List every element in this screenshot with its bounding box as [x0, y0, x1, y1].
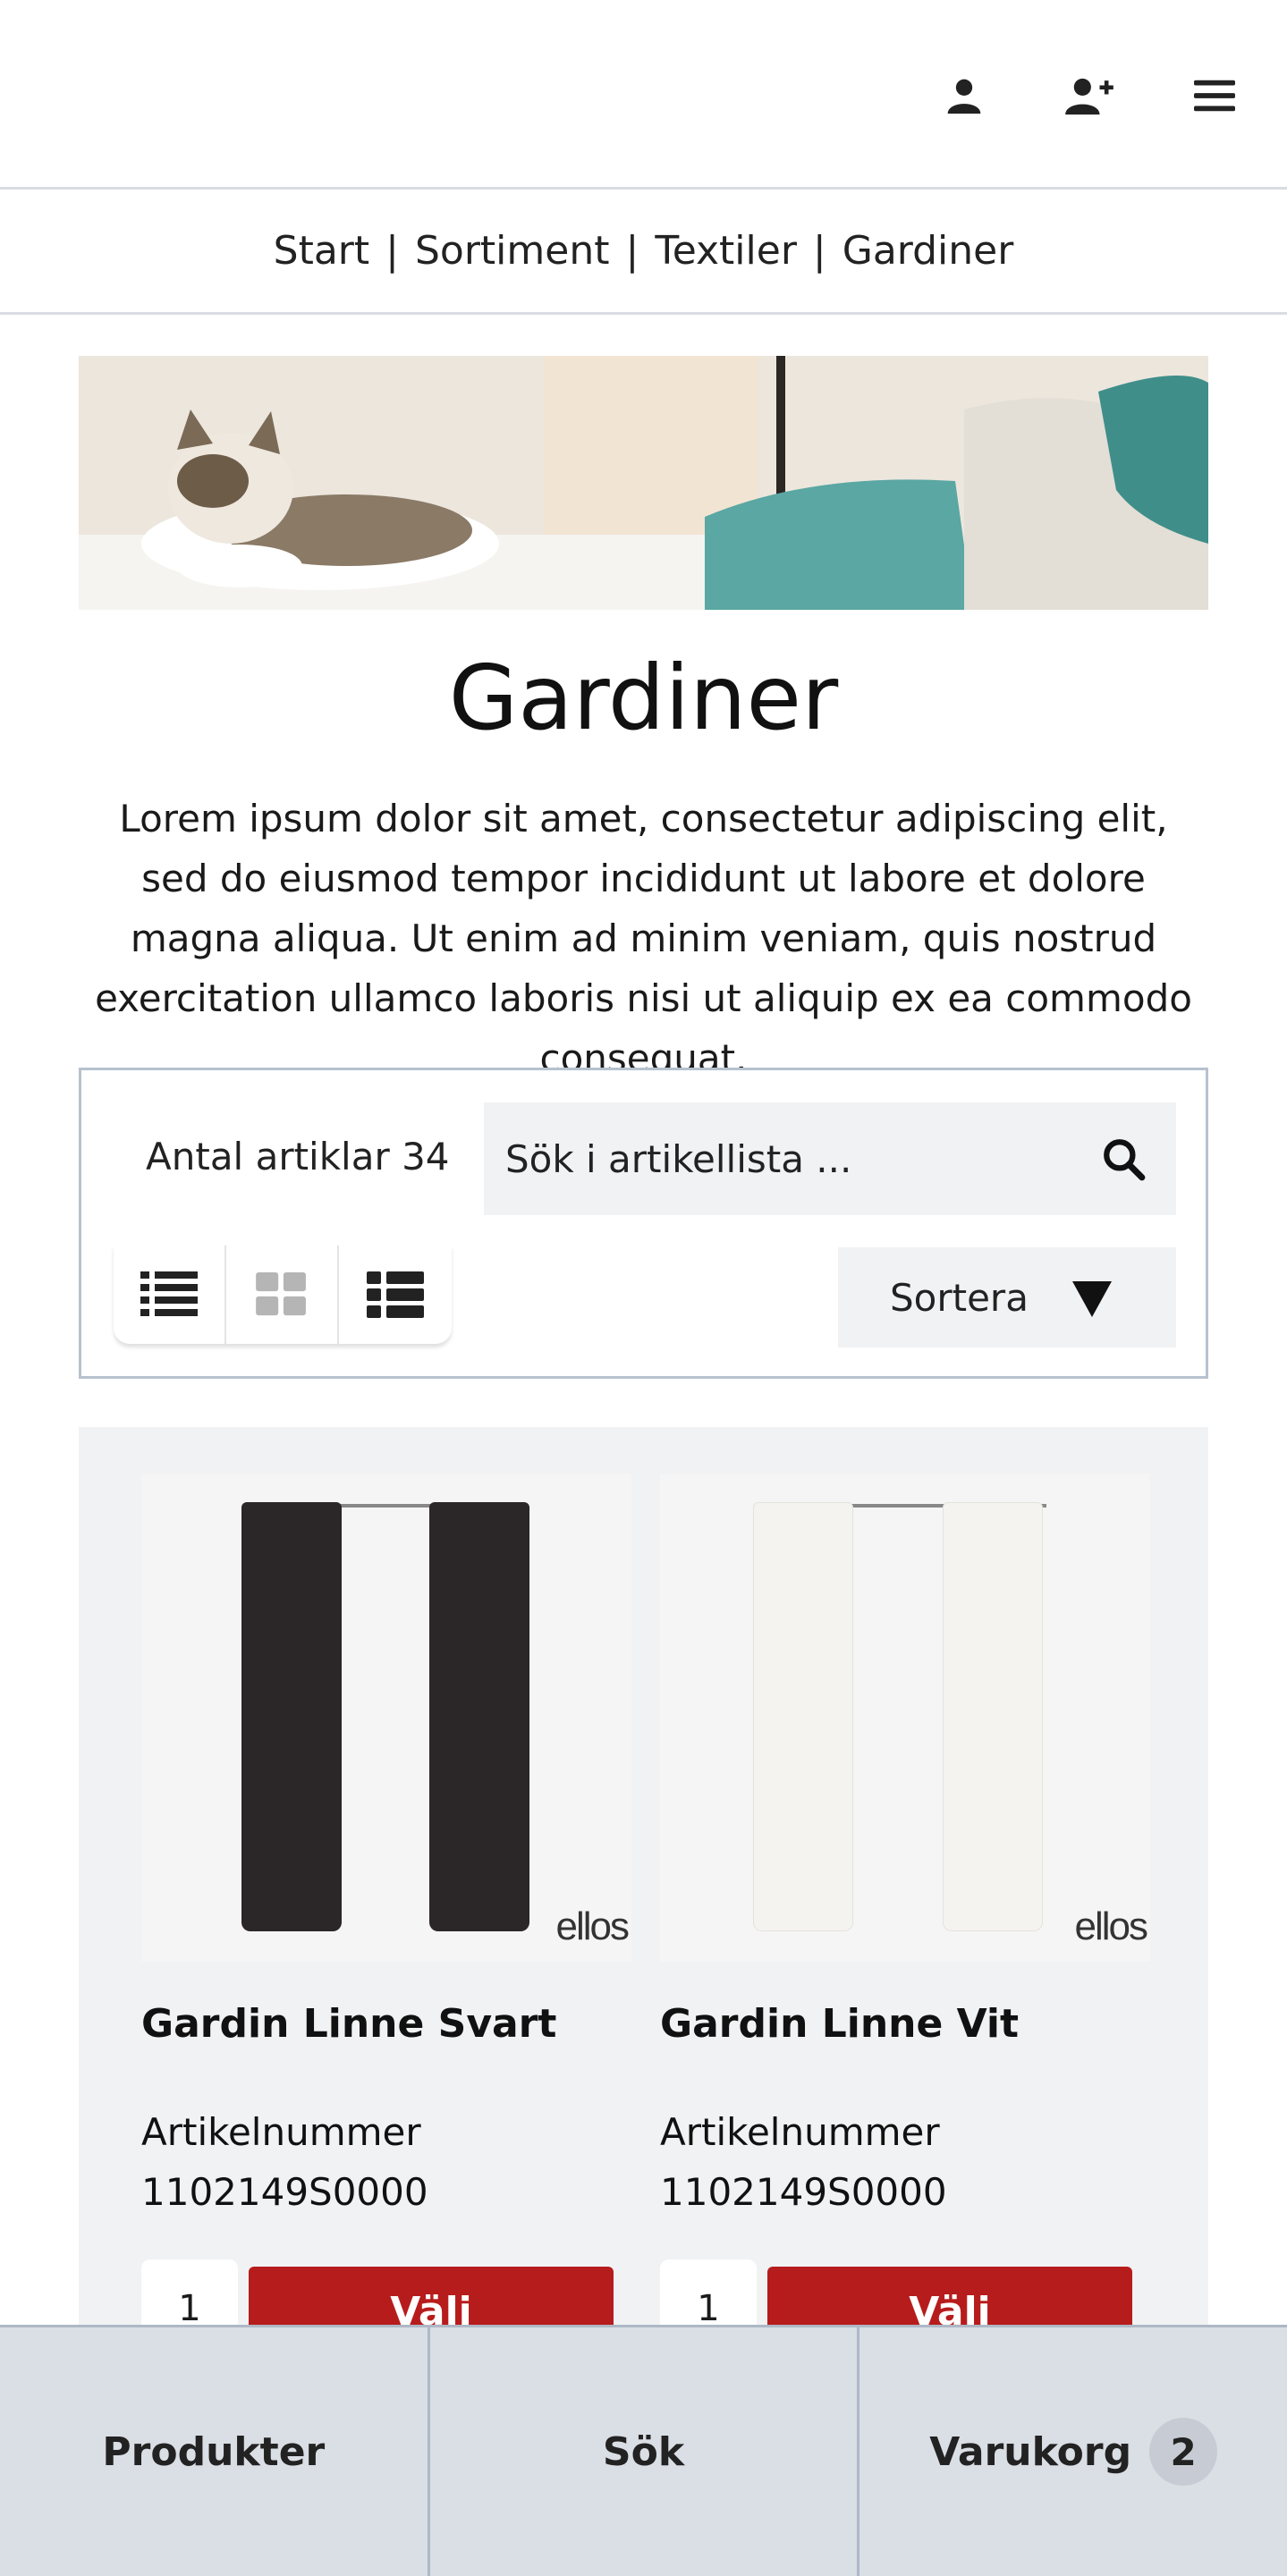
breadcrumb-separator: |: [385, 228, 399, 274]
page-title: Gardiner: [448, 646, 839, 750]
search-input[interactable]: Sök i artikellista ...: [484, 1102, 1176, 1215]
product-name[interactable]: Gardin Linne Svart: [141, 2001, 631, 2047]
article-number: 1102149S0000: [141, 2170, 428, 2214]
article-number: 1102149S0000: [660, 2170, 947, 2214]
product-image[interactable]: ellos: [660, 1474, 1150, 1962]
brand-logo: ellos: [555, 1905, 630, 1948]
breadcrumb-gardiner[interactable]: Gardiner: [842, 228, 1014, 274]
tab-products-label: Produkter: [102, 2428, 326, 2475]
breadcrumb-separator: |: [812, 228, 826, 274]
cat-on-sofa-illustration: [79, 356, 1208, 610]
search-icon[interactable]: [1092, 1128, 1155, 1190]
search-placeholder: Sök i artikellista ...: [505, 1136, 852, 1181]
chevron-down-icon: [1072, 1281, 1112, 1317]
breadcrumb-sortiment[interactable]: Sortiment: [415, 228, 610, 274]
breadcrumb-textiler[interactable]: Textiler: [655, 228, 797, 274]
curtain-panel-right: [943, 1502, 1043, 1931]
tab-search-label: Sök: [602, 2428, 685, 2475]
article-label: Artikelnummer: [660, 2110, 940, 2154]
article-count: Antal artiklar 34: [146, 1135, 450, 1178]
sort-dropdown[interactable]: Sortera: [838, 1247, 1176, 1347]
product-image[interactable]: ellos: [141, 1474, 631, 1962]
curtain-panel-left: [241, 1502, 342, 1931]
product-list-toolbar: Antal artiklar 34 Sök i artikellista ...…: [79, 1068, 1208, 1379]
list-view-icon[interactable]: [114, 1246, 226, 1344]
tab-cart-label: Varukorg: [929, 2428, 1132, 2475]
curtain-panel-left: [753, 1502, 853, 1931]
article-label: Artikelnummer: [141, 2110, 421, 2154]
breadcrumb-start[interactable]: Start: [274, 228, 370, 274]
product-name[interactable]: Gardin Linne Vit: [660, 2001, 1150, 2047]
hero-banner-image: [79, 356, 1208, 610]
cart-count-badge: 2: [1149, 2418, 1218, 2486]
product-card[interactable]: ellos Gardin Linne Vit Artikelnummer 110…: [660, 1474, 1150, 2358]
header-actions: [933, 70, 1246, 122]
curtain-panel-right: [429, 1502, 529, 1931]
sort-label: Sortera: [890, 1275, 1029, 1320]
detail-list-view-icon[interactable]: [339, 1246, 452, 1344]
product-card[interactable]: ellos Gardin Linne Svart Artikelnummer 1…: [141, 1474, 631, 2358]
tab-cart[interactable]: Varukorg 2: [859, 2327, 1287, 2576]
page-description: Lorem ipsum dolor sit amet, consectetur …: [95, 797, 1192, 1080]
menu-icon[interactable]: [1183, 70, 1246, 122]
grid-view-icon[interactable]: [226, 1246, 339, 1344]
breadcrumb: Start | Sortiment | Textiler | Gardiner: [0, 190, 1287, 315]
add-user-icon[interactable]: [1058, 70, 1121, 122]
tab-search[interactable]: Sök: [430, 2327, 860, 2576]
site-header: [0, 0, 1287, 190]
user-icon[interactable]: [933, 70, 995, 122]
brand-logo: ellos: [1074, 1905, 1148, 1948]
tab-products[interactable]: Produkter: [0, 2327, 430, 2576]
view-mode-switcher: [114, 1246, 452, 1344]
breadcrumb-separator: |: [625, 228, 639, 274]
bottom-navigation: Produkter Sök Varukorg 2: [0, 2325, 1287, 2576]
